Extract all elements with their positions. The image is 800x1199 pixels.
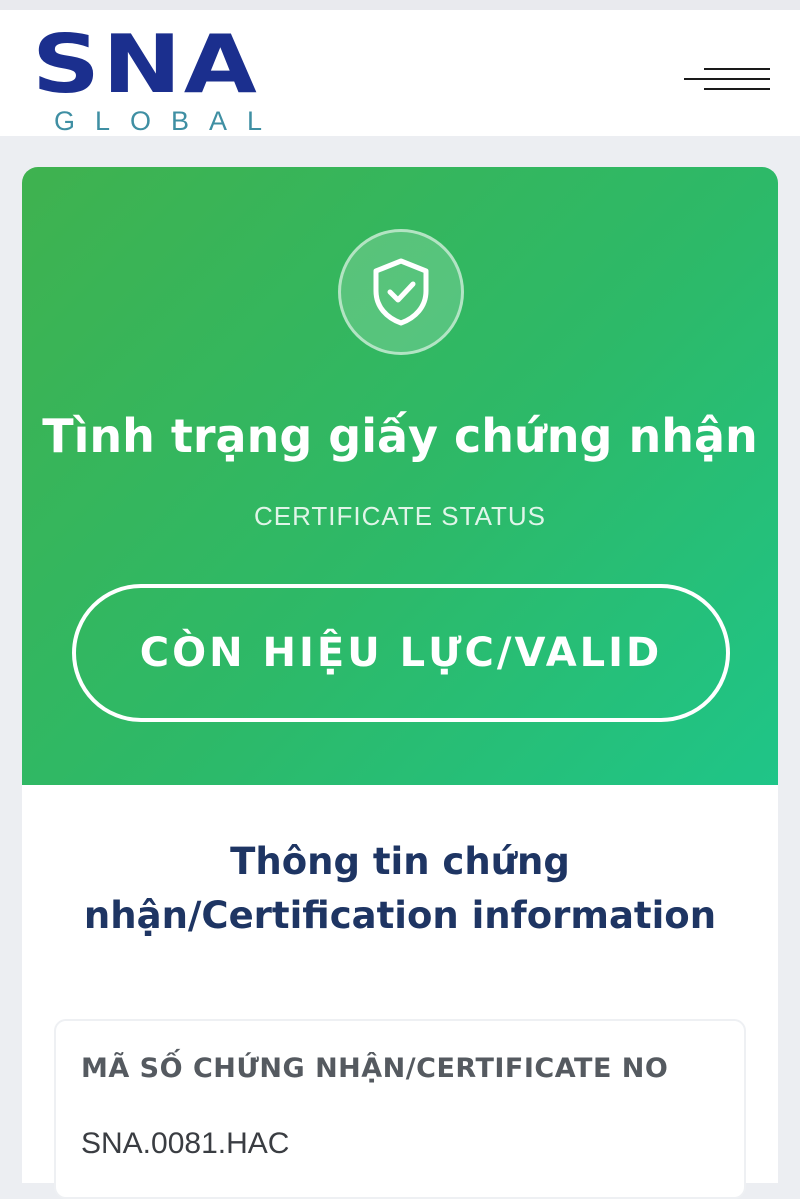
logo-main-text: SNA (32, 18, 260, 111)
status-subtitle: CERTIFICATE STATUS (254, 501, 546, 531)
status-title: Tình trạng giấy chứng nhận (42, 409, 758, 463)
menu-line (704, 88, 770, 90)
status-badge: CÒN HIỆU LỰC/VALID (72, 584, 730, 722)
certification-info-card: Thông tin chứng nhận/Certification infor… (22, 785, 778, 1199)
certificate-no-field: MÃ SỐ CHỨNG NHẬN/CERTIFICATE NO SNA.0081… (54, 1019, 746, 1199)
hamburger-menu-icon[interactable] (684, 58, 772, 102)
certificate-status-card: Tình trạng giấy chứng nhận CERTIFICATE S… (22, 167, 778, 785)
top-bar: SNA GLOBAL (0, 0, 800, 136)
menu-line (704, 68, 770, 70)
logo-sub-text: GLOBAL (54, 106, 283, 136)
shield-check-icon (338, 229, 464, 355)
menu-line (684, 78, 770, 80)
certificate-no-label: MÃ SỐ CHỨNG NHẬN/CERTIFICATE NO (81, 1053, 669, 1084)
certificate-no-value: SNA.0081.HAC (81, 1127, 290, 1160)
sna-global-logo[interactable]: SNA GLOBAL (30, 20, 295, 140)
info-section-title: Thông tin chứng nhận/Certification infor… (83, 840, 717, 937)
